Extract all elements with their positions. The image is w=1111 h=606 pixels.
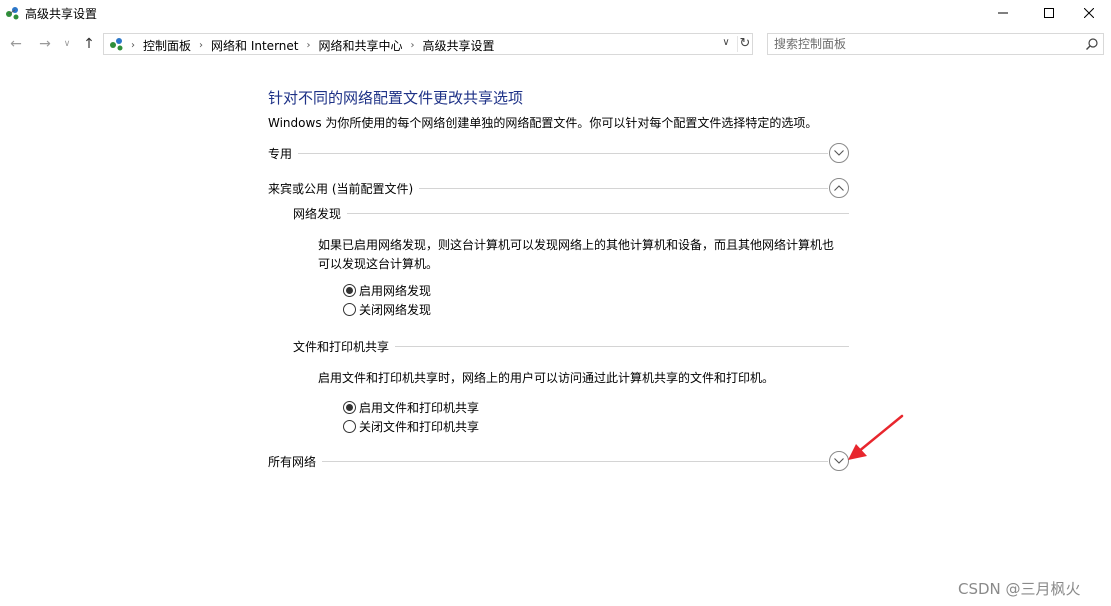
back-button[interactable]: ← — [7, 36, 25, 52]
divider — [268, 153, 828, 154]
network-discovery-label: 网络发现 — [293, 205, 348, 222]
expand-private-button[interactable] — [829, 143, 849, 163]
maximize-icon — [1044, 8, 1054, 18]
chevron-right-icon[interactable]: › — [199, 40, 203, 51]
profile-all-networks-label[interactable]: 所有网络 — [268, 453, 323, 470]
radio-label[interactable]: 启用文件和打印机共享 — [359, 399, 479, 416]
up-button[interactable]: ↑ — [80, 36, 98, 52]
network-sharing-icon — [110, 38, 123, 51]
recent-locations-button[interactable]: ∨ — [60, 36, 74, 52]
address-bar[interactable]: › 控制面板 › 网络和 Internet › 网络和共享中心 › 高级共享设置… — [103, 33, 753, 55]
window-title: 高级共享设置 — [25, 7, 98, 21]
annotation-arrow-icon — [848, 414, 904, 460]
radio-enable-network-discovery[interactable]: 启用网络发现 — [343, 282, 431, 298]
arrow-right-icon: → — [39, 36, 51, 52]
radio-button[interactable] — [343, 302, 356, 316]
radio-enable-file-printer-sharing[interactable]: 启用文件和打印机共享 — [343, 399, 479, 415]
breadcrumb-advanced-sharing[interactable]: 高级共享设置 — [423, 37, 495, 54]
chevron-down-icon — [834, 150, 844, 156]
arrow-up-icon: ↑ — [83, 36, 95, 52]
refresh-button[interactable]: ↻ — [737, 36, 752, 52]
page-title: 针对不同的网络配置文件更改共享选项 — [268, 89, 524, 107]
chevron-right-icon[interactable]: › — [411, 40, 415, 51]
file-printer-sharing-header: 文件和打印机共享 — [293, 338, 849, 355]
radio-button-checked[interactable] — [343, 283, 356, 297]
collapse-guest-public-button[interactable] — [829, 178, 849, 198]
network-discovery-header: 网络发现 — [293, 205, 849, 222]
close-button[interactable] — [1066, 0, 1111, 26]
breadcrumb-network-internet[interactable]: 网络和 Internet — [211, 37, 298, 54]
chevron-right-icon[interactable]: › — [131, 40, 135, 51]
minimize-button[interactable] — [980, 0, 1026, 26]
profile-guest-public-label[interactable]: 来宾或公用 (当前配置文件) — [268, 180, 420, 197]
page-description: Windows 为你所使用的每个网络创建单独的网络配置文件。你可以针对每个配置文… — [268, 116, 818, 130]
radio-label[interactable]: 启用网络发现 — [359, 282, 431, 299]
chevron-down-icon: ∨ — [63, 39, 71, 49]
watermark: CSDN @三月枫火 — [958, 580, 1081, 598]
address-dropdown-button[interactable]: ∨ — [719, 37, 733, 51]
chevron-up-icon — [834, 185, 844, 191]
profile-private-section[interactable]: 专用 — [268, 143, 850, 163]
radio-disable-network-discovery[interactable]: 关闭网络发现 — [343, 301, 431, 317]
profile-guest-public-section[interactable]: 来宾或公用 (当前配置文件) — [268, 178, 850, 198]
profile-all-networks-section[interactable]: 所有网络 — [268, 451, 850, 471]
forward-button[interactable]: → — [36, 36, 54, 52]
search-input[interactable] — [774, 37, 1064, 51]
minimize-icon — [998, 12, 1008, 14]
network-sharing-icon — [6, 7, 19, 20]
refresh-icon: ↻ — [739, 36, 751, 51]
file-printer-sharing-description: 启用文件和打印机共享时，网络上的用户可以访问通过此计算机共享的文件和打印机。 — [318, 371, 775, 385]
file-printer-sharing-label: 文件和打印机共享 — [293, 338, 396, 355]
search-icon[interactable] — [1085, 37, 1099, 51]
network-discovery-text-line1: 如果已启用网络发现，则这台计算机可以发现网络上的其他计算机和设备，而且其他网络计… — [318, 238, 835, 252]
breadcrumb: › 控制面板 › 网络和 Internet › 网络和共享中心 › 高级共享设置 — [128, 37, 495, 54]
radio-label[interactable]: 关闭网络发现 — [359, 301, 431, 318]
network-discovery-text-line2: 可以发现这台计算机。 — [318, 257, 439, 271]
navigation-bar: ← → ∨ ↑ › 控制面板 › 网络和 Internet › 网络和共享中心 … — [0, 30, 1111, 58]
radio-disable-file-printer-sharing[interactable]: 关闭文件和打印机共享 — [343, 418, 479, 434]
radio-label[interactable]: 关闭文件和打印机共享 — [359, 418, 479, 435]
close-icon — [1084, 8, 1094, 18]
divider — [268, 461, 828, 462]
radio-button-checked[interactable] — [343, 400, 356, 414]
chevron-right-icon[interactable]: › — [306, 40, 310, 51]
arrow-left-icon: ← — [10, 36, 22, 52]
search-box[interactable] — [767, 33, 1104, 55]
profile-private-label[interactable]: 专用 — [268, 145, 299, 162]
chevron-down-icon: ∨ — [722, 37, 730, 48]
divider — [293, 213, 849, 214]
breadcrumb-network-sharing-center[interactable]: 网络和共享中心 — [318, 37, 402, 54]
network-discovery-description: 如果已启用网络发现，则这台计算机可以发现网络上的其他计算机和设备，而且其他网络计… — [318, 236, 848, 274]
breadcrumb-control-panel[interactable]: 控制面板 — [143, 37, 191, 54]
radio-button[interactable] — [343, 419, 356, 433]
title-bar: 高级共享设置 — [0, 0, 1111, 26]
